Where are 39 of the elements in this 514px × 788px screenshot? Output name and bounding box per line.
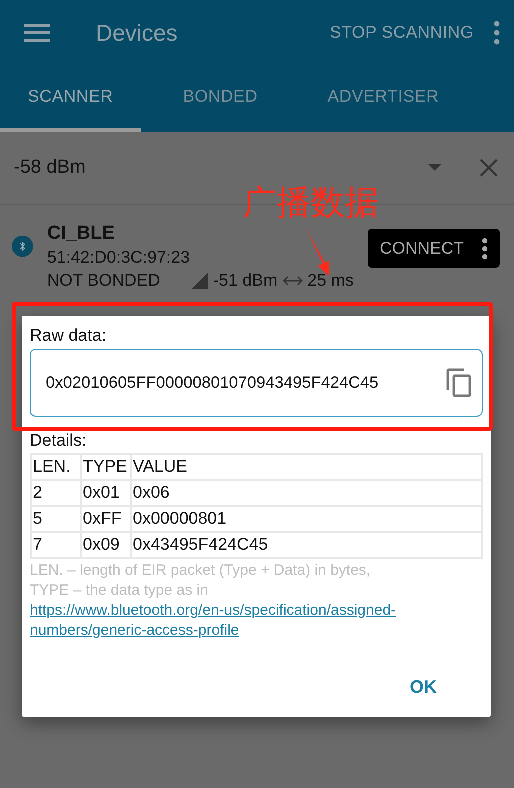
device-name: CI_BLE — [47, 223, 116, 245]
close-icon[interactable] — [480, 159, 498, 177]
column-header: TYPE — [81, 454, 131, 480]
table-legend: LEN. – length of EIR packet (Type + Data) in bytes, TYPE – the data type as in https://www.bluetooth.org/en-us/specification/assigned-numbers/generic-access-profile — [30, 561, 483, 641]
tab[interactable]: BONDED — [155, 66, 286, 132]
table-cell: 0xFF — [81, 506, 131, 532]
interval-icon — [282, 275, 303, 287]
table-cell: 0x01 — [81, 480, 131, 506]
ok-button[interactable]: OK — [404, 676, 443, 699]
tab[interactable]: ADVERTISER — [300, 66, 468, 132]
annotation-arrow — [306, 228, 330, 276]
table-cell: 7 — [31, 532, 81, 558]
rssi-filter-value: -58 dBm — [14, 157, 87, 179]
interval-value: 25 ms — [308, 271, 354, 291]
caret-icon[interactable] — [428, 164, 442, 172]
table-cell: 2 — [31, 480, 81, 506]
rssi-value: -51 dBm — [213, 271, 278, 291]
bond-state: NOT BONDED — [47, 271, 160, 291]
table-cell: 0x09 — [81, 532, 131, 558]
screen-title: Devices — [96, 20, 179, 46]
column-header: VALUE — [131, 454, 482, 480]
table-cell: 0x43495F424C45 — [131, 532, 482, 558]
column-header: LEN. — [31, 454, 81, 480]
table-cell: 0x06 — [131, 480, 482, 506]
table-cell: 5 — [31, 506, 81, 532]
raw-data-field[interactable]: 0x02010605FF00000801070943495F424C45 — [30, 349, 483, 417]
raw-data-label: Raw data: — [30, 326, 108, 346]
tab[interactable]: SCANNER — [0, 66, 142, 132]
copy-icon[interactable] — [446, 368, 472, 398]
connect-button[interactable]: CONNECT — [368, 229, 500, 268]
more-icon[interactable] — [482, 238, 488, 260]
signal-icon — [192, 273, 208, 289]
spec-link[interactable]: https://www.bluetooth.org/en-us/specification/assigned-numbers/generic-access-profile — [30, 601, 483, 641]
table-cell: 0x00000801 — [131, 506, 482, 532]
details-label: Details: — [30, 431, 88, 451]
device-address: 51:42:D0:3C:97:23 — [47, 248, 192, 268]
menu-icon[interactable] — [24, 23, 50, 43]
annotation-text: 广播数据 — [243, 183, 379, 223]
stop-scanning-button[interactable]: STOP SCANNING — [324, 17, 480, 49]
